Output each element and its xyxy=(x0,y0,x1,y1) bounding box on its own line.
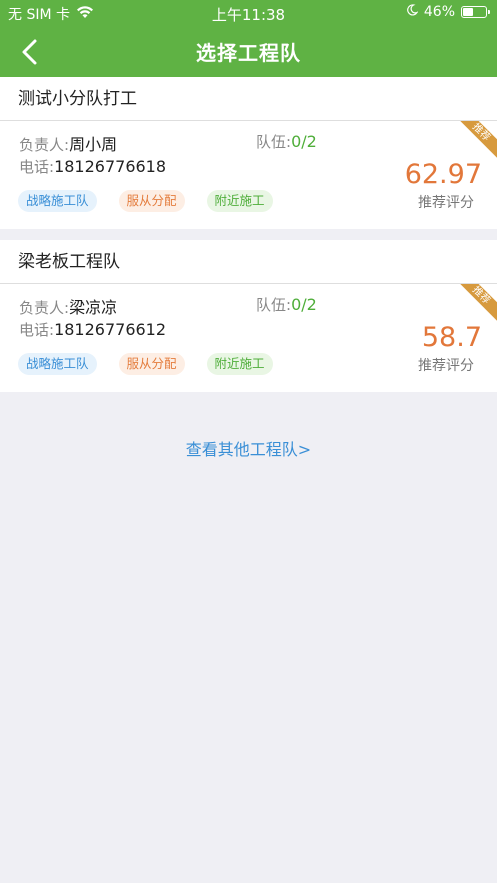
tag-nearby: 附近施工 xyxy=(206,353,273,375)
team-label: 队伍: xyxy=(256,296,292,314)
battery-fill xyxy=(463,8,473,16)
tag-obey: 服从分配 xyxy=(118,190,185,212)
team-name: 梁老板工程队 xyxy=(0,240,497,284)
recommend-ribbon: 推荐 xyxy=(457,284,497,324)
leader-label: 负责人: xyxy=(19,136,70,154)
status-bar: 无 SIM 卡 上午11:38 46% xyxy=(0,0,497,26)
phone-number: 18126776612 xyxy=(54,320,167,339)
header-bar: 无 SIM 卡 上午11:38 46% 选择工程队 xyxy=(0,0,497,77)
team-card[interactable]: 测试小分队打工 负责人:周小周 队伍:0/2 电话:18126776618 战略… xyxy=(0,77,497,229)
battery-icon xyxy=(461,6,490,18)
phone-label: 电话: xyxy=(19,158,55,176)
battery-percent: 46% xyxy=(423,4,455,20)
tag-list: 战略施工队 服从分配 附近施工 xyxy=(18,353,273,375)
score-value: 58.7 xyxy=(421,322,482,353)
leader-label: 负责人: xyxy=(19,299,70,317)
tag-list: 战略施工队 服从分配 附近施工 xyxy=(18,190,273,212)
recommend-ribbon: 推荐 xyxy=(457,121,497,161)
tag-nearby: 附近施工 xyxy=(206,190,273,212)
score-label: 推荐评分 xyxy=(418,358,474,374)
leader-name: 周小周 xyxy=(69,135,118,154)
tag-strategic: 战略施工队 xyxy=(18,353,97,375)
status-right: 46% xyxy=(406,4,490,20)
team-count: 0/2 xyxy=(291,132,317,151)
phone-row: 电话:18126776612 xyxy=(19,319,166,340)
leader-row: 负责人:梁凉凉 xyxy=(19,294,117,318)
nav-bar: 选择工程队 xyxy=(0,26,497,77)
view-other-teams-link[interactable]: 查看其他工程队> xyxy=(0,436,497,460)
team-details: 负责人:周小周 队伍:0/2 电话:18126776618 战略施工队 服从分配… xyxy=(0,121,497,229)
team-count: 0/2 xyxy=(291,295,317,314)
moon-icon xyxy=(406,4,419,20)
page-title: 选择工程队 xyxy=(196,41,301,65)
tag-strategic: 战略施工队 xyxy=(18,190,97,212)
team-label: 队伍: xyxy=(256,133,292,151)
recommend-ribbon-text: 推荐 xyxy=(457,284,497,324)
recommend-ribbon-text: 推荐 xyxy=(457,121,497,161)
score-value: 62.97 xyxy=(404,159,482,190)
team-count-row: 队伍:0/2 xyxy=(256,294,317,315)
team-name: 测试小分队打工 xyxy=(0,77,497,121)
team-details: 负责人:梁凉凉 队伍:0/2 电话:18126776612 战略施工队 服从分配… xyxy=(0,284,497,392)
score-label: 推荐评分 xyxy=(418,195,474,211)
team-count-row: 队伍:0/2 xyxy=(256,131,317,152)
leader-row: 负责人:周小周 xyxy=(19,131,117,155)
tag-obey: 服从分配 xyxy=(118,353,185,375)
phone-row: 电话:18126776618 xyxy=(19,156,166,177)
leader-name: 梁凉凉 xyxy=(69,298,118,317)
team-card[interactable]: 梁老板工程队 负责人:梁凉凉 队伍:0/2 电话:18126776612 战略施… xyxy=(0,240,497,392)
phone-label: 电话: xyxy=(19,321,55,339)
phone-number: 18126776618 xyxy=(54,157,167,176)
